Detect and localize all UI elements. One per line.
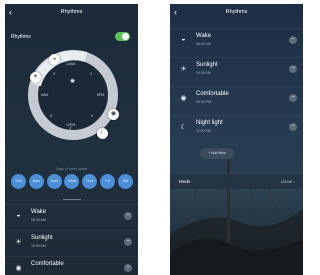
moon-icon: ☾	[180, 124, 187, 131]
mode-row[interactable]: Mode Linear ›	[170, 175, 303, 189]
day-button[interactable]: Mon	[28, 174, 44, 189]
list-item-comfortable[interactable]: ◉ Comfortable −	[5, 256, 138, 275]
remove-button[interactable]: −	[124, 264, 132, 272]
page-title: Rhythms	[225, 9, 248, 15]
item-time: 06:30 AM	[31, 218, 46, 222]
sheet-handle[interactable]	[63, 199, 81, 200]
dial-tick: 6PM	[97, 93, 105, 97]
days-caption: Days of week active	[55, 167, 88, 171]
header: ‹ Rhythms	[170, 7, 303, 19]
dial-tick: 6AM	[41, 93, 49, 97]
dial-tick: 3	[90, 72, 92, 76]
comfort-handle-icon[interactable]: ◉	[108, 109, 119, 120]
item-name: Comfortable	[31, 261, 64, 267]
day-button[interactable]: Sun	[11, 174, 26, 189]
item-name: Wake	[31, 209, 47, 215]
remove-button[interactable]: −	[289, 36, 297, 44]
moon-handle-icon[interactable]: ☾	[97, 128, 108, 139]
left-screen: ‹ Rhythms Rhythms 12AM 9 3 6AM 6PM 6 9 1…	[5, 4, 138, 275]
header: ‹ Rhythms	[5, 7, 138, 19]
dial-tick: 6	[50, 114, 52, 118]
list-item-comfortable[interactable]: ◉ Comfortable 06:00 PM −	[170, 86, 303, 113]
comfort-icon: ◉	[180, 95, 187, 102]
remove-button[interactable]: −	[289, 65, 297, 73]
toggle-knob	[122, 33, 129, 40]
sun-icon: ☀	[15, 239, 22, 246]
item-name: Night light	[196, 120, 223, 126]
item-time: 10:30 AM	[31, 244, 46, 248]
list-item-sunlight[interactable]: ☀ Sunlight 10:30 AM −	[170, 57, 303, 84]
item-name: Sunlight	[196, 62, 218, 68]
days-of-week: Sun Mon Tues Wed Thur Fri Sat	[11, 174, 133, 189]
item-time: 10:30 AM	[196, 71, 211, 75]
day-button[interactable]: Wed	[64, 174, 80, 189]
dial-tick: 12AM	[66, 62, 76, 66]
item-name: Wake	[196, 33, 212, 39]
moon-icon: ☾	[69, 127, 75, 133]
day-button[interactable]: Thur	[82, 174, 98, 189]
rhythms-toggle[interactable]	[115, 32, 130, 41]
remove-button[interactable]: −	[289, 94, 297, 102]
right-screen: ‹ Rhythms ◒ Wake 06:30 AM − ☀ Sunlight 1…	[170, 4, 303, 275]
sunrise-icon: ◒	[16, 212, 21, 219]
sunrise-handle-icon[interactable]: ◒	[49, 54, 60, 65]
day-button[interactable]: Fri	[100, 174, 116, 189]
day-button[interactable]: Tues	[46, 174, 62, 189]
rhythms-label: Rhythms	[11, 34, 31, 40]
rhythm-dial[interactable]: 12AM 9 3 6AM 6PM 6 9 12PM ✺ ☾ ◒ ☀ ☾ ◉	[26, 48, 120, 142]
remove-button[interactable]: −	[124, 212, 132, 220]
dial-tick: 9	[91, 114, 93, 118]
add-new-button[interactable]: + Add New	[200, 148, 234, 159]
page-title: Rhythms	[60, 9, 83, 15]
item-name: Comfortable	[196, 91, 229, 97]
sun-handle-icon[interactable]: ☀	[30, 72, 41, 83]
item-time: 11:00 PM	[196, 129, 211, 133]
list-item-night-light[interactable]: ☾ Night light 11:00 PM −	[170, 115, 303, 142]
day-button[interactable]: Sat	[117, 174, 133, 189]
remove-button[interactable]: −	[124, 238, 132, 246]
item-name: Sunlight	[31, 235, 53, 241]
sun-icon: ☀	[180, 66, 187, 73]
sunrise-icon: ◒	[181, 36, 186, 43]
item-time: 06:30 AM	[196, 42, 211, 46]
bulb-icon: ✺	[70, 79, 76, 85]
item-time: 06:00 PM	[196, 100, 211, 104]
dial-tick: 9	[53, 72, 55, 76]
mode-value: Linear ›	[280, 179, 295, 184]
list-item-wake[interactable]: ◒ Wake 06:30 AM −	[170, 28, 303, 55]
remove-button[interactable]: −	[289, 123, 297, 131]
list-item-wake[interactable]: ◒ Wake 06:30 AM −	[5, 204, 138, 231]
list-item-sunlight[interactable]: ☀ Sunlight 10:30 AM −	[5, 230, 138, 257]
comfort-icon: ◉	[15, 265, 22, 272]
mode-label: Mode	[179, 179, 191, 184]
